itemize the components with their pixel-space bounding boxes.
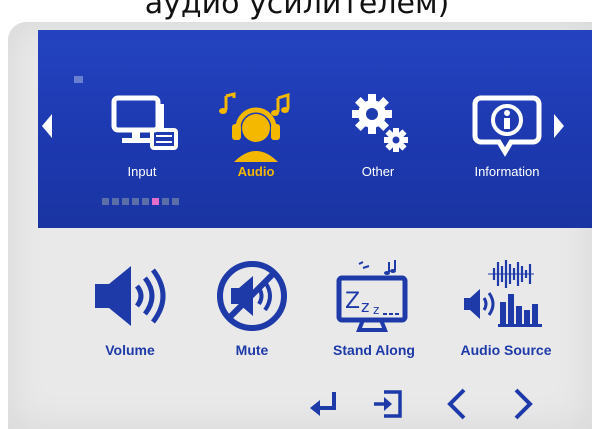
right-icon[interactable] [504,386,540,422]
page-dot [152,198,159,205]
tab-information[interactable]: Information [452,90,562,200]
audio-source-button[interactable]: Audio Source [444,258,568,368]
mute-label: Mute [235,342,269,358]
enter-icon[interactable] [306,386,342,422]
mute-icon [192,258,312,334]
volume-button[interactable]: Volume [70,258,190,368]
audio-source-icon [444,258,568,334]
tab-input[interactable]: Input [92,90,192,200]
page-dot [142,198,149,205]
osd-screen: Input Audio Other Information Volume Mut… [8,22,592,429]
svg-text:Z: Z [345,289,360,314]
page-dot [112,198,119,205]
monitor-keyboard-icon [92,90,192,162]
tab-audio[interactable]: Audio [206,90,306,200]
page-dot [172,198,179,205]
mute-button[interactable]: Mute [192,258,312,368]
svg-text:z: z [361,297,369,316]
gears-icon [328,90,428,162]
info-icon [452,90,562,162]
headphones-person-icon [206,90,306,162]
page-dot [132,198,139,205]
tab-audio-label: Audio [237,164,275,179]
osd-photo: аудио усилителем) Input Audio Other Info… [0,0,594,429]
audio-source-label: Audio Source [460,342,552,358]
tab-other[interactable]: Other [328,90,428,200]
page-dot [102,198,109,205]
caption-text: аудио усилителем) [144,0,450,21]
page-dot [162,198,169,205]
menu-left-arrow-icon[interactable] [42,114,52,138]
speaker-volume-icon [70,258,190,334]
left-icon[interactable] [440,386,476,422]
menu-indicator-mark [74,76,83,83]
svg-text:z: z [373,303,379,317]
tab-input-label: Input [127,164,157,179]
exit-icon[interactable] [370,386,406,422]
volume-label: Volume [105,342,155,358]
stand-along-button[interactable]: Z z z Stand Along [314,258,434,368]
tab-information-label: Information [474,164,540,179]
stand-along-label: Stand Along [333,342,415,358]
tab-other-label: Other [361,164,395,179]
top-menu-bar: Input Audio Other Information [38,30,592,228]
page-dot [122,198,129,205]
sleep-monitor-icon: Z z z [314,258,434,334]
